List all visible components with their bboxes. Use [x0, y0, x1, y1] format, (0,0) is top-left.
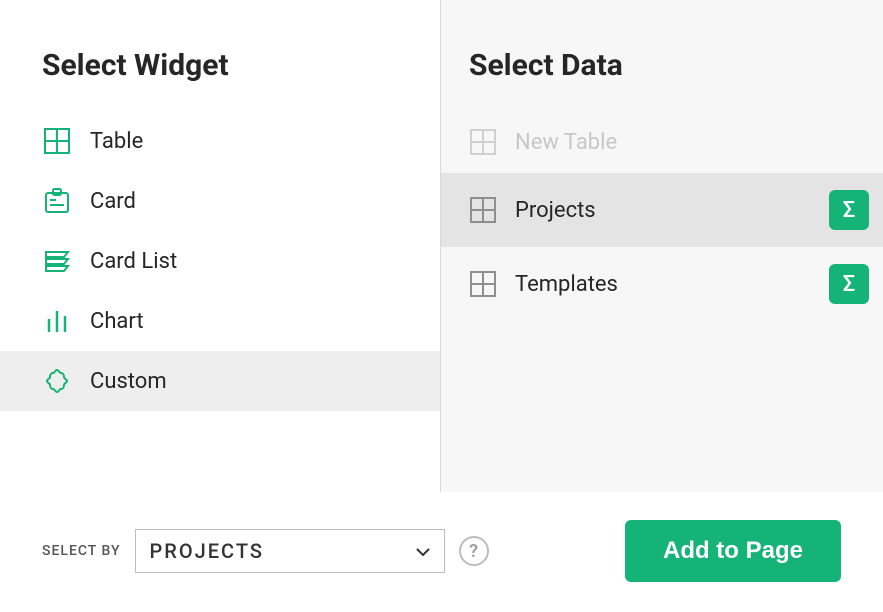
select-data-title: Select Data: [441, 0, 883, 111]
table-icon: [42, 126, 72, 156]
data-label: Templates: [515, 272, 618, 297]
cardlist-icon: [42, 246, 72, 276]
widget-label: Custom: [90, 369, 167, 394]
widget-row-table[interactable]: Table: [0, 111, 440, 171]
widget-label: Chart: [90, 309, 144, 334]
table-icon: [469, 196, 497, 224]
data-label: Projects: [515, 198, 596, 223]
widget-row-custom[interactable]: Custom: [0, 351, 440, 411]
select-by-dropdown[interactable]: PROJECTS: [135, 529, 445, 573]
data-label: New Table: [515, 130, 617, 155]
widget-label: Card: [90, 189, 136, 214]
summary-button[interactable]: Σ: [829, 264, 869, 304]
select-by-label: SELECT BY: [42, 543, 121, 559]
data-list: New Table Projects Σ Templates: [441, 111, 883, 321]
card-icon: [42, 186, 72, 216]
data-row-new-table: New Table: [441, 111, 883, 173]
widget-list: Table Card Card List: [0, 111, 440, 411]
widget-label: Card List: [90, 249, 177, 274]
table-icon: [469, 128, 497, 156]
data-row-templates[interactable]: Templates Σ: [441, 247, 883, 321]
widget-row-card[interactable]: Card: [0, 171, 440, 231]
widget-row-cardlist[interactable]: Card List: [0, 231, 440, 291]
summary-button[interactable]: Σ: [829, 190, 869, 230]
custom-icon: [42, 366, 72, 396]
footer: SELECT BY PROJECTS ? Add to Page: [0, 492, 883, 612]
widget-label: Table: [90, 129, 143, 154]
chevron-down-icon: [414, 542, 432, 560]
chart-icon: [42, 306, 72, 336]
select-by-value: PROJECTS: [150, 539, 264, 563]
data-row-projects[interactable]: Projects Σ: [441, 173, 883, 247]
select-widget-title: Select Widget: [0, 0, 440, 111]
select-data-panel: Select Data New Table Projects Σ: [441, 0, 883, 492]
add-to-page-button[interactable]: Add to Page: [625, 520, 841, 582]
help-button[interactable]: ?: [459, 536, 489, 566]
widget-row-chart[interactable]: Chart: [0, 291, 440, 351]
table-icon: [469, 270, 497, 298]
select-widget-panel: Select Widget Table Card: [0, 0, 441, 492]
